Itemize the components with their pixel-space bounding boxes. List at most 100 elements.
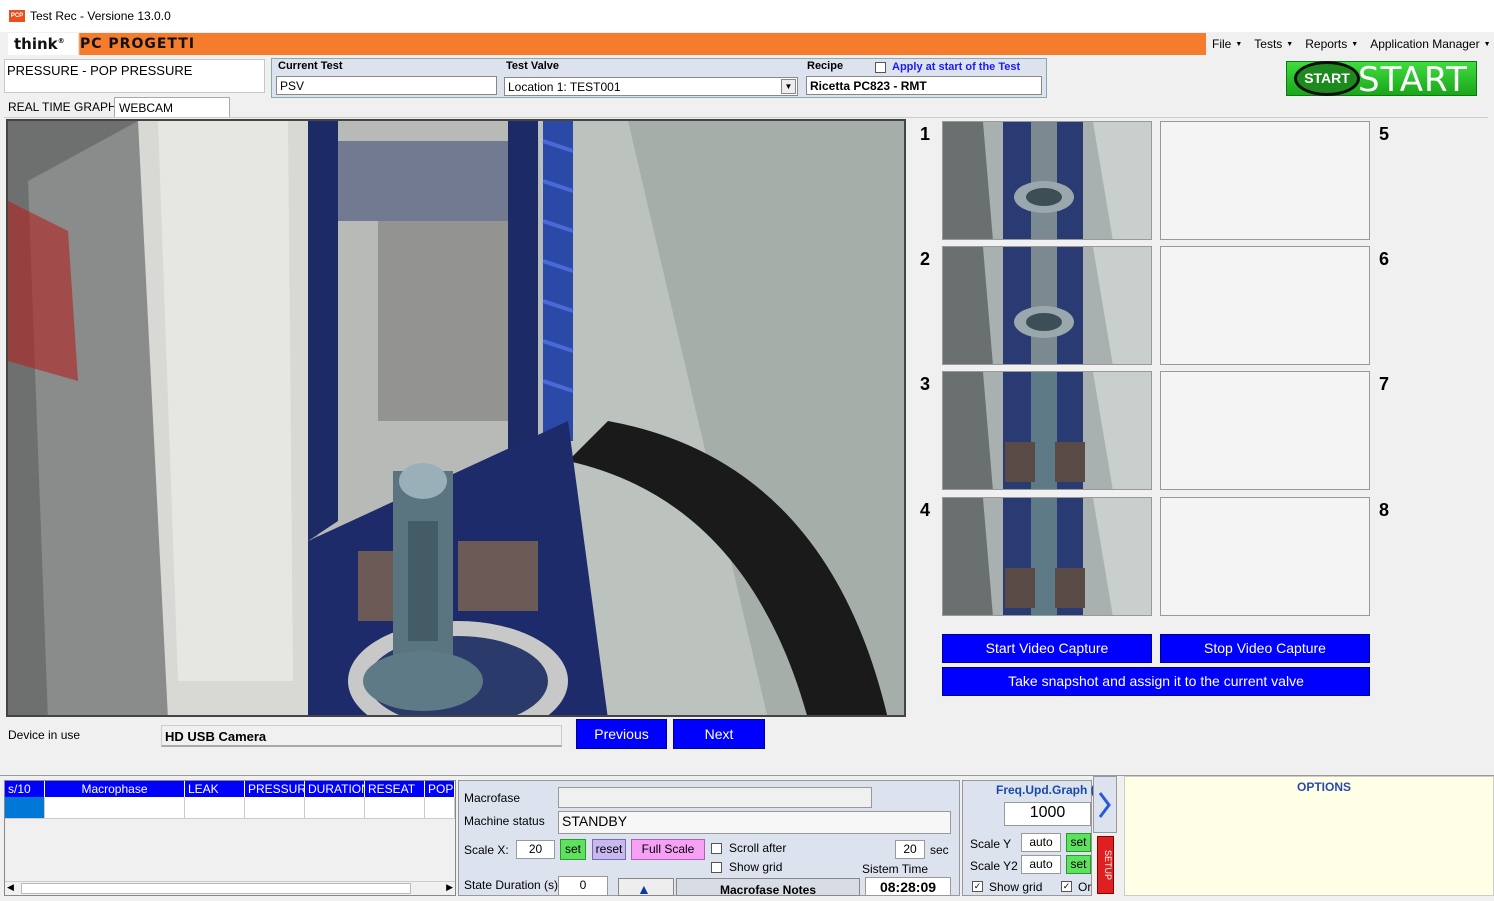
snapshot-number: 6: [1379, 249, 1390, 269]
menu-reports[interactable]: Reports ▼: [1305, 37, 1358, 51]
dropdown-arrow-icon[interactable]: ▼: [781, 79, 796, 94]
freq-update-label: Freq.Upd.Graph (: [996, 783, 1095, 797]
full-scale-button[interactable]: Full Scale: [631, 839, 705, 860]
scale-y2-input[interactable]: auto: [1021, 855, 1061, 874]
snapshot-number: 1: [920, 124, 931, 144]
menu-tests[interactable]: Tests ▼: [1254, 37, 1293, 51]
machine-status-label: Machine status: [464, 814, 545, 828]
recipe-field[interactable]: Ricetta PC823 - RMT: [806, 76, 1042, 95]
scroll-after-checkbox[interactable]: [711, 843, 722, 854]
show-grid-y-checkbox[interactable]: ✓: [972, 881, 983, 892]
previous-button[interactable]: Previous: [576, 719, 667, 749]
snapshot-number: 5: [1379, 124, 1390, 144]
macrofase-notes-button[interactable]: Macrofase Notes: [676, 878, 860, 897]
device-select[interactable]: HD USB Camera: [161, 725, 562, 747]
scroll-left-icon[interactable]: ◀: [7, 882, 14, 893]
freq-update-input[interactable]: 1000: [1004, 802, 1091, 826]
current-test-label: Current Test: [278, 60, 343, 72]
snapshot-slot-empty[interactable]: [1160, 497, 1370, 616]
menu-application-manager[interactable]: Application Manager ▼: [1370, 37, 1490, 51]
scale-y-set-button[interactable]: set: [1066, 833, 1091, 852]
snapshot-image: [943, 122, 1151, 239]
scale-x-input[interactable]: 20: [516, 840, 555, 859]
start-badge-icon[interactable]: START: [1294, 61, 1360, 96]
phase-grid[interactable]: s/10 Macrophase LEAK PRESSURE DURATION R…: [4, 780, 456, 896]
test-type-label: PRESSURE - POP PRESSURE: [4, 59, 265, 93]
snapshot-number: 3: [920, 374, 931, 394]
scale-y2-label: Scale Y2: [970, 859, 1018, 873]
snapshot-slot-empty[interactable]: [1160, 371, 1370, 490]
options-panel: [1124, 776, 1494, 896]
grid-column-header[interactable]: RESEAT: [365, 781, 425, 797]
window-titlebar: [0, 0, 1494, 32]
recipe-label: Recipe: [807, 60, 844, 72]
macrofase-label: Macrofase: [464, 791, 521, 805]
grid-column-header[interactable]: LEAK: [185, 781, 245, 797]
grid-header: s/10 Macrophase LEAK PRESSURE DURATION R…: [5, 781, 455, 797]
or-checkbox[interactable]: ✓: [1061, 881, 1072, 892]
snapshot-thumbnail[interactable]: [942, 371, 1152, 490]
state-duration-value: 0: [558, 876, 608, 896]
snapshot-thumbnail[interactable]: [942, 121, 1152, 240]
snapshot-image: [943, 247, 1151, 364]
expand-button[interactable]: ▲: [618, 878, 674, 897]
chevron-down-icon: ▼: [1483, 40, 1491, 48]
scroll-after-input[interactable]: 20: [895, 840, 925, 859]
snapshot-thumbnail[interactable]: [942, 246, 1152, 365]
scale-x-set-button[interactable]: set: [560, 839, 586, 860]
scale-y-label: Scale Y: [970, 837, 1012, 851]
grid-column-header[interactable]: POP: [425, 781, 455, 797]
device-in-use-label: Device in use: [8, 728, 81, 742]
horizontal-scrollbar[interactable]: ◀ ▶: [5, 881, 455, 895]
scroll-after-label: Scroll after: [729, 841, 787, 855]
tab-webcam-control[interactable]: WEBCAM CONTROL: [114, 97, 230, 129]
next-button[interactable]: Next: [673, 719, 765, 749]
scale-x-reset-button[interactable]: reset: [592, 839, 626, 860]
scale-x-label: Scale X:: [464, 843, 509, 857]
brand-logo-think: think®: [14, 35, 65, 53]
take-snapshot-button[interactable]: Take snapshot and assign it to the curre…: [942, 667, 1370, 696]
grid-column-header[interactable]: s/10: [5, 781, 45, 797]
show-grid-label: Show grid: [729, 860, 783, 874]
state-duration-label: State Duration (s): [464, 878, 559, 892]
snapshot-image: [943, 498, 1151, 615]
test-valve-select[interactable]: Location 1: TEST001 ▼: [504, 77, 798, 96]
grid-column-header[interactable]: DURATION: [305, 781, 365, 797]
chevron-down-icon: ▼: [1235, 40, 1243, 48]
app-icon: PCP: [9, 10, 25, 22]
main-menu: File ▼ Tests ▼ Reports ▼ Application Manage…: [1212, 37, 1491, 51]
snapshot-slot-empty[interactable]: [1160, 246, 1370, 365]
scrollbar-thumb[interactable]: [21, 883, 411, 894]
macrofase-field: [558, 787, 872, 808]
snapshot-thumbnail[interactable]: [942, 497, 1152, 616]
test-valve-label: Test Valve: [506, 60, 559, 72]
chevron-down-icon: ▼: [1286, 40, 1294, 48]
tab-real-time-graph[interactable]: REAL TIME GRAPH: [4, 97, 121, 118]
table-row[interactable]: [5, 797, 455, 819]
scale-y-input[interactable]: auto: [1021, 833, 1061, 852]
machine-status-field: STANDBY: [558, 811, 951, 834]
grid-column-header[interactable]: PRESSURE: [245, 781, 305, 797]
setup-side-tab[interactable]: SETUP: [1097, 836, 1114, 894]
start-video-capture-button[interactable]: Start Video Capture: [942, 634, 1152, 663]
scroll-right-icon[interactable]: ▶: [446, 882, 453, 893]
scale-y2-set-button[interactable]: set: [1066, 855, 1091, 874]
collapse-panel-button[interactable]: [1093, 776, 1117, 833]
live-camera-view: [6, 119, 906, 717]
apply-at-start-label: Apply at start of the Test: [892, 61, 1021, 73]
snapshot-number: 8: [1379, 500, 1390, 520]
stop-video-capture-button[interactable]: Stop Video Capture: [1160, 634, 1370, 663]
sistem-time-label: Sistem Time: [862, 862, 929, 876]
sistem-time-value: 08:28:09: [865, 877, 951, 896]
current-test-field[interactable]: PSV: [276, 76, 497, 95]
menu-file[interactable]: File ▼: [1212, 37, 1242, 51]
start-label[interactable]: START: [1358, 60, 1468, 100]
brand-logo-pc-progetti: PC PROGETTI: [80, 36, 196, 52]
snapshot-slot-empty[interactable]: [1160, 121, 1370, 240]
grid-column-header[interactable]: Macrophase: [45, 781, 185, 797]
or-label: Or: [1078, 880, 1092, 894]
show-grid-checkbox[interactable]: [711, 862, 722, 873]
chevron-down-icon: ▼: [1351, 40, 1359, 48]
window-title: Test Rec - Versione 13.0.0: [30, 9, 171, 23]
apply-at-start-checkbox[interactable]: [875, 62, 886, 73]
